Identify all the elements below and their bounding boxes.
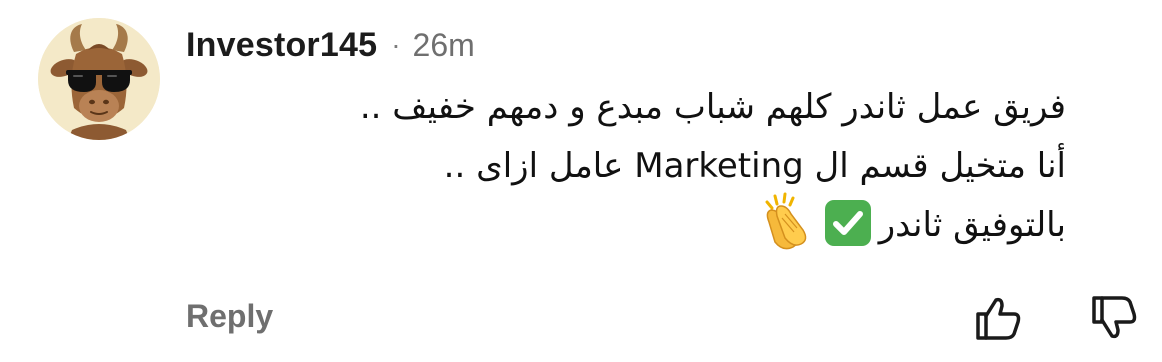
comment-line-1: فريق عمل ثاندر كلهم شباب مبدع و دمهم خفي… — [359, 87, 1066, 127]
comment-line-3-text: بالتوفيق ثاندر — [878, 205, 1066, 245]
timestamp: 26m — [412, 26, 475, 63]
thumbs-up-icon — [976, 297, 1021, 340]
comment: Investor145 · 26m فريق عمل ثاندر كلهم شب… — [0, 0, 1162, 362]
comment-body: فريق عمل ثاندر كلهم شباب مبدع و دمهم خفي… — [186, 78, 1066, 256]
clapping-hands-emoji-icon — [755, 192, 813, 250]
avatar[interactable] — [38, 18, 160, 140]
comment-header: Investor145 · 26m — [186, 22, 475, 68]
comment-line-2: أنا متخيل قسم ال Marketing عامل ازاى .. — [443, 146, 1066, 186]
downvote-button[interactable] — [1088, 292, 1140, 344]
reply-button[interactable]: Reply — [186, 298, 273, 335]
upvote-button[interactable] — [972, 292, 1024, 344]
comment-line-3: بالتوفيق ثاندر — [186, 192, 1066, 256]
check-mark-button-emoji-icon — [824, 199, 871, 246]
thumbs-down-icon — [1092, 296, 1137, 339]
username-link[interactable]: Investor145 — [186, 26, 377, 65]
goat-avatar-icon — [38, 18, 160, 140]
separator-dot: · — [391, 29, 401, 60]
